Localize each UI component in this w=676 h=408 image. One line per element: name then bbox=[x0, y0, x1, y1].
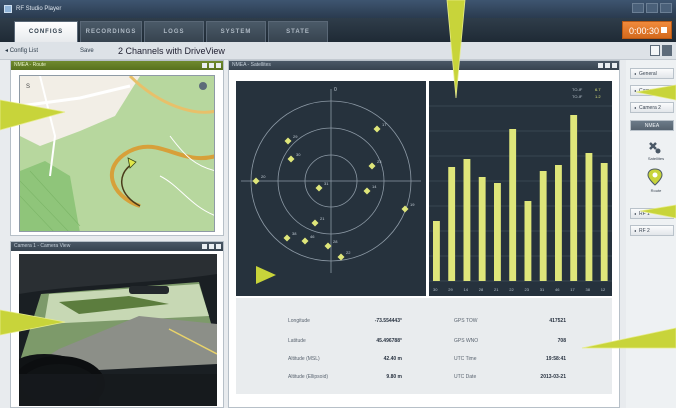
rf-studio-player: RF Studio Player CONFIGS RECORDINGS LOGS… bbox=[0, 0, 676, 408]
callout-arrow bbox=[0, 99, 66, 131]
callout-arrow bbox=[0, 309, 66, 336]
callout-arrow bbox=[639, 204, 676, 219]
callout-arrow bbox=[635, 84, 676, 101]
callout-arrow bbox=[581, 327, 676, 349]
callout-arrow bbox=[446, 0, 466, 99]
callout-overlay bbox=[0, 0, 676, 349]
